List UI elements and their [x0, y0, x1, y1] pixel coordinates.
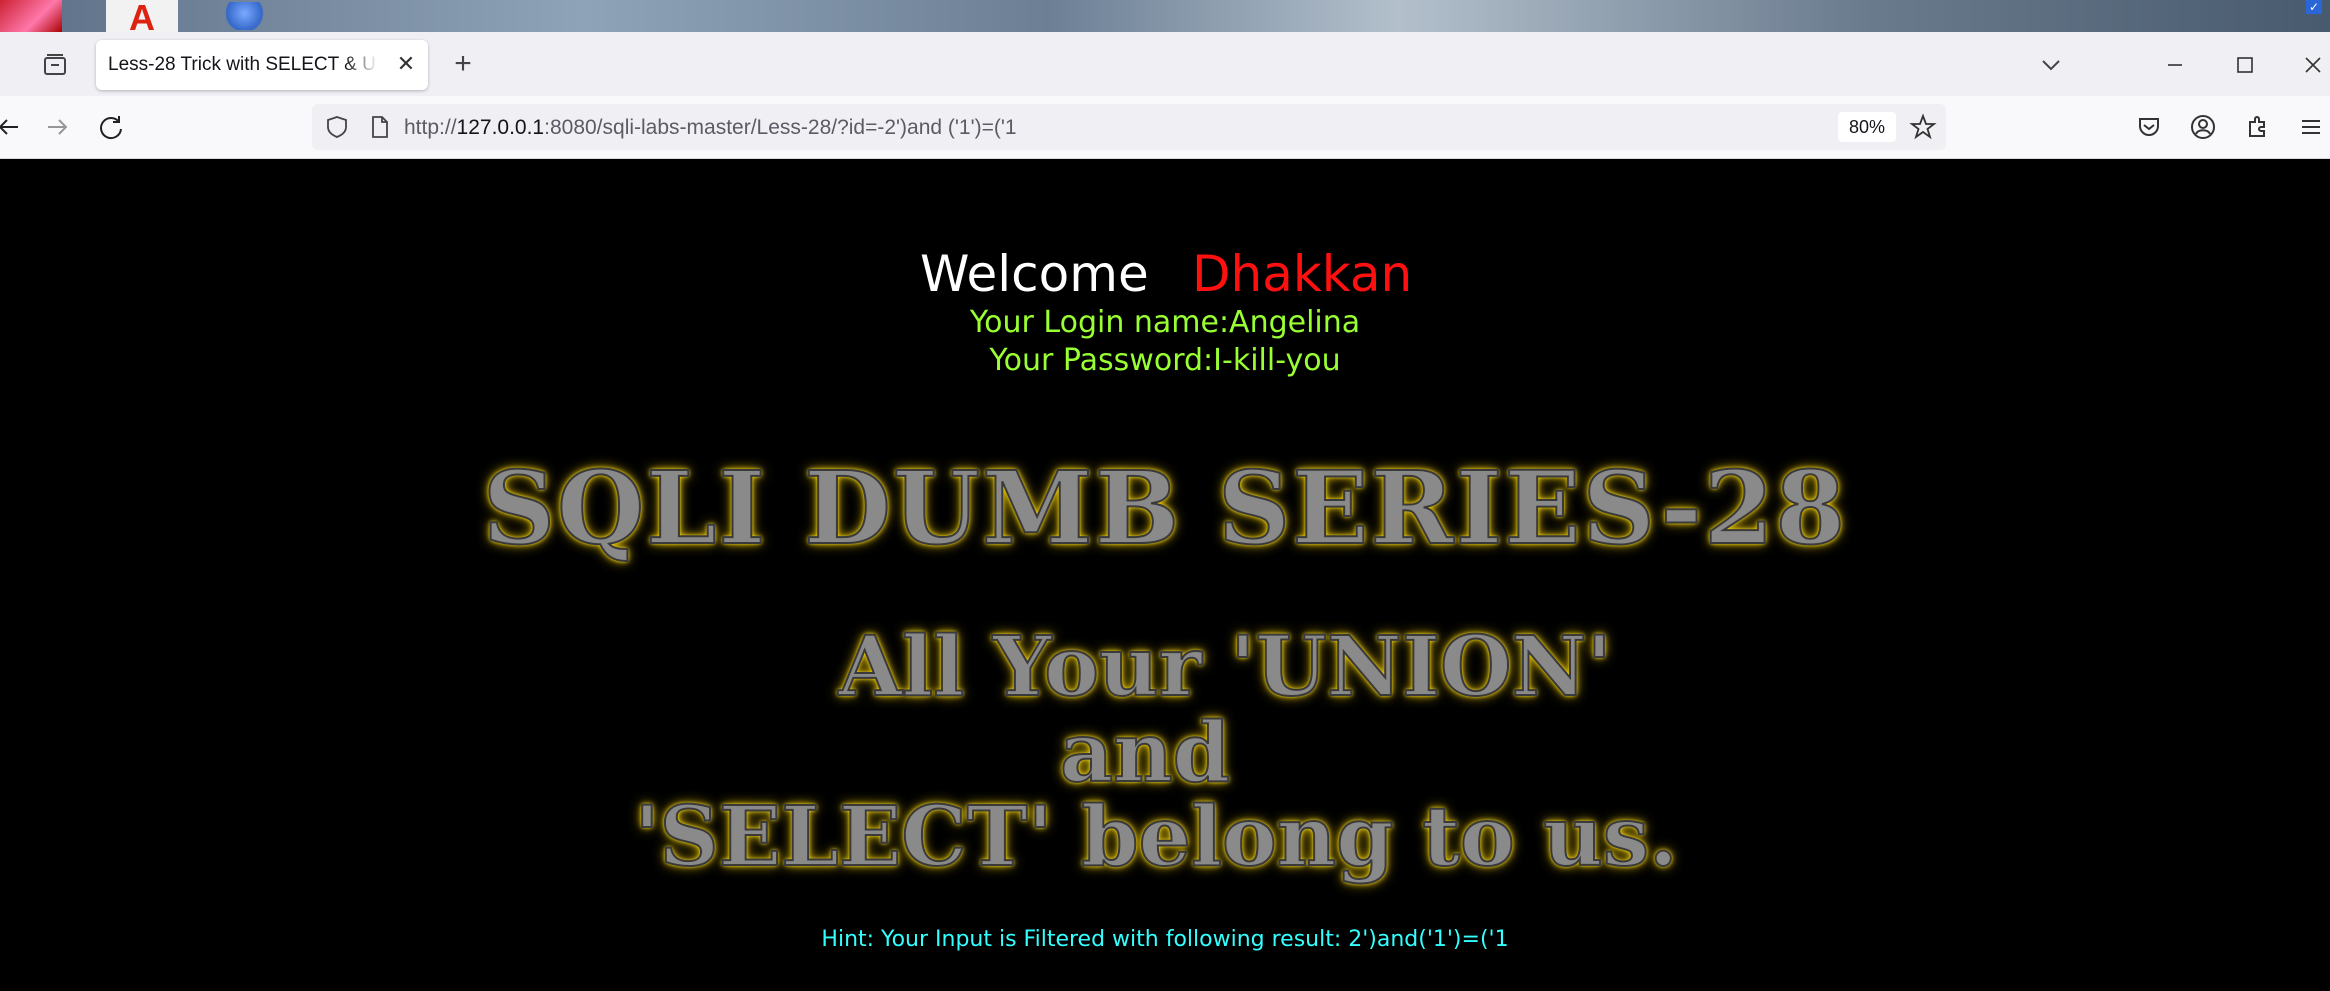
tab-title: Less-28 Trick with SELECT & UNION: [108, 54, 378, 75]
window-close-icon[interactable]: [2296, 48, 2330, 82]
maximize-icon[interactable]: [2228, 48, 2262, 82]
desktop-app-icon[interactable]: [0, 0, 62, 32]
pocket-icon[interactable]: [2132, 110, 2166, 144]
address-bar[interactable]: http://127.0.0.1:8080/sqli-labs-master/L…: [312, 104, 1946, 150]
banner-line-1: All Your 'UNION': [837, 618, 1612, 716]
forward-arrow-icon[interactable]: [40, 110, 74, 144]
url-path: :8080/sqli-labs-master/Less-28/?id=-2')a…: [544, 116, 1017, 139]
url-text[interactable]: http://127.0.0.1:8080/sqli-labs-master/L…: [404, 116, 1017, 140]
page-icon[interactable]: [366, 114, 392, 140]
welcome-name: Dhakkan: [1192, 245, 1413, 303]
star-icon[interactable]: [1908, 112, 1938, 142]
extensions-icon[interactable]: [2240, 110, 2274, 144]
desktop-app-icon[interactable]: [226, 2, 272, 30]
page-content: Welcome Dhakkan Your Login name:Angelina…: [0, 159, 2330, 991]
close-icon[interactable]: ✕: [394, 52, 418, 76]
login-name-text: Your Login name:Angelina: [969, 305, 1361, 340]
checkbox-icon[interactable]: ✓: [2306, 0, 2322, 14]
tab-bar: Less-28 Trick with SELECT & UNION ✕ +: [0, 32, 2330, 96]
minimize-icon[interactable]: [2158, 48, 2192, 82]
url-prefix: http://: [404, 116, 457, 139]
banner-title: SQLI DUMB SERIES-28: [482, 448, 1848, 568]
desktop-app-icon[interactable]: A: [106, 0, 178, 32]
menu-icon[interactable]: [2294, 110, 2328, 144]
welcome-row: Welcome Dhakkan: [0, 245, 2330, 309]
back-arrow-icon[interactable]: [0, 110, 26, 144]
tab-list-icon[interactable]: [38, 48, 72, 82]
hint-text: Hint: Your Input is Filtered with follow…: [821, 927, 1509, 952]
plus-icon[interactable]: +: [446, 48, 480, 82]
account-icon[interactable]: [2186, 110, 2220, 144]
banner-line-3: 'SELECT' belong to us.: [633, 788, 1678, 886]
url-host: 127.0.0.1: [456, 116, 545, 139]
password-text: Your Password:I-kill-you: [989, 343, 1341, 378]
shield-icon[interactable]: [324, 114, 350, 140]
reload-icon[interactable]: [94, 110, 128, 144]
tab-active[interactable]: Less-28 Trick with SELECT & UNION ✕: [96, 40, 428, 90]
zoom-level-badge[interactable]: 80%: [1838, 112, 1896, 142]
chevron-down-icon[interactable]: [2034, 48, 2068, 82]
banner-line-2: and: [1059, 704, 1231, 802]
navigation-bar: http://127.0.0.1:8080/sqli-labs-master/L…: [0, 96, 2330, 159]
desktop-background-strip: A ✓: [0, 0, 2330, 32]
welcome-text: Welcome: [920, 245, 1149, 303]
